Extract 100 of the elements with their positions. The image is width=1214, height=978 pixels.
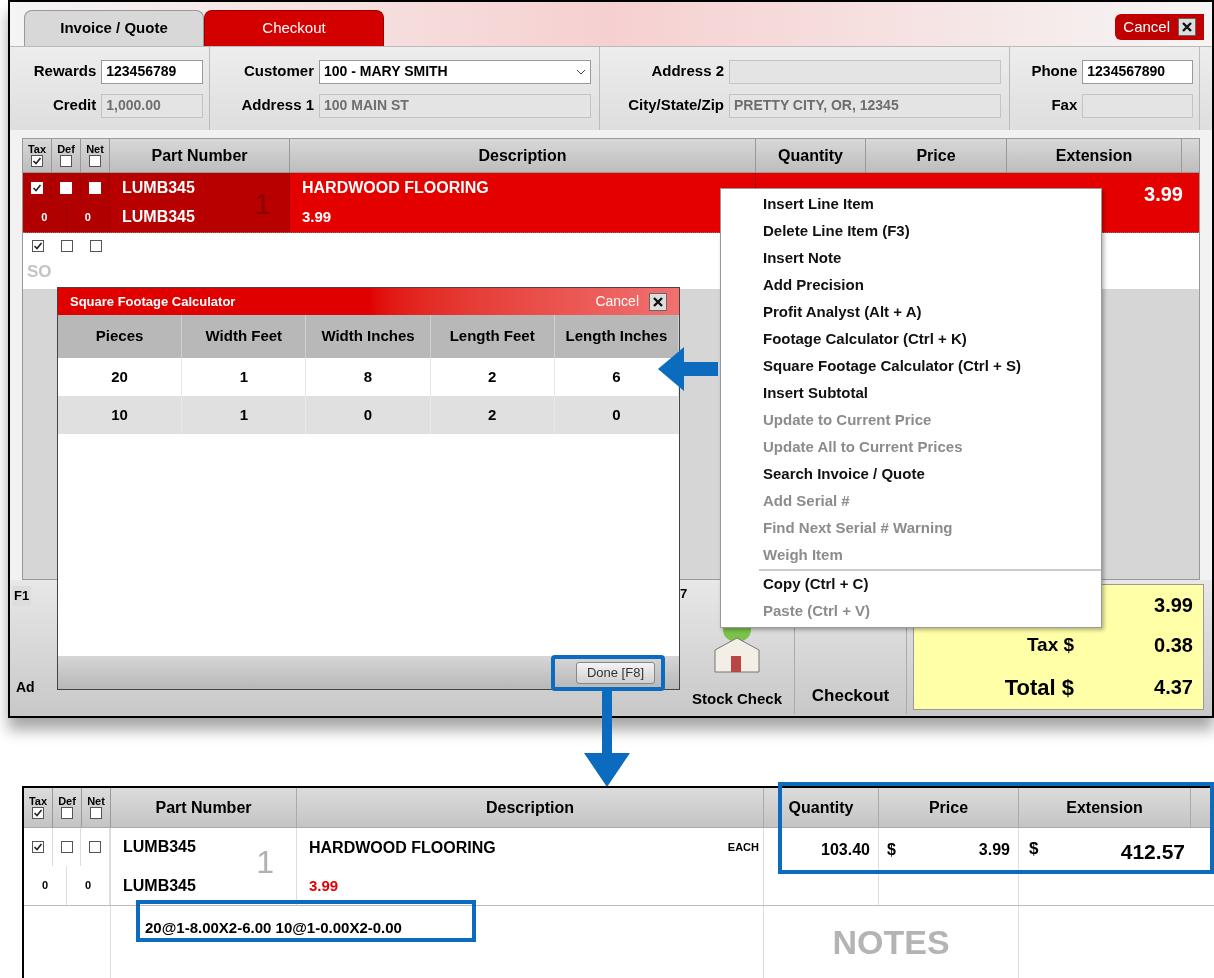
checkbox[interactable] (31, 840, 44, 853)
chevron-down-icon (576, 68, 586, 75)
table-cell-text: 10 (111, 404, 128, 425)
total-value: 3.99 (1154, 593, 1193, 619)
table-cell-text: 20 (111, 366, 128, 387)
tab[interactable]: Invoice / Quote (24, 10, 204, 46)
table-cell-text: 6 (612, 366, 621, 387)
table-cell-text: 8 (363, 366, 373, 387)
column-header: Part Number (151, 145, 248, 166)
cancel-button[interactable]: Cancel (1115, 14, 1204, 40)
note-text: SO (27, 261, 52, 283)
total-label: Total $ (1003, 673, 1076, 702)
table-cell-text: 1 (239, 366, 248, 387)
price-value: 3.99 (978, 840, 1010, 860)
extension-value: 3.99 (1144, 182, 1183, 207)
checkbox[interactable] (90, 807, 102, 819)
left-arrow (658, 345, 718, 393)
column-label: Def (57, 144, 75, 155)
column-header: Quantity (788, 797, 854, 818)
description-text: HARDWOOD FLOORING (302, 178, 490, 199)
part-number: LUMB345 (123, 875, 197, 896)
count-value: 0 (84, 210, 91, 225)
column-header: Quantity (778, 145, 843, 166)
column-header: Price (928, 797, 969, 818)
column-header: Width Inches (321, 326, 415, 347)
column-header: Description (486, 797, 574, 818)
close-icon (1178, 18, 1196, 36)
customer-dropdown[interactable]: 100 - MARY SMITH (319, 59, 591, 84)
total-value: 4.37 (1154, 675, 1193, 701)
count-value: 0 (41, 878, 49, 893)
close-icon (649, 292, 667, 311)
extension-value: 412.57 (1120, 839, 1185, 865)
field-label: Credit (51, 95, 97, 116)
checkbox[interactable] (32, 807, 44, 819)
checkbox[interactable] (31, 155, 43, 167)
total-label: Tax $ (1025, 633, 1076, 658)
menu-item[interactable]: Search Invoice / Quote (721, 461, 1101, 488)
field-label: Address 1 (240, 95, 314, 116)
checkbox[interactable] (89, 155, 101, 167)
part-number: LUMB345 (122, 177, 196, 198)
currency-symbol: $ (1029, 838, 1039, 860)
column-header: Length Inches (565, 326, 668, 347)
dialog-title: Square Footage Calculator (70, 292, 236, 311)
field-label: Customer (243, 61, 314, 82)
key-label: F1 (12, 586, 32, 606)
price-text: 3.99 (302, 207, 333, 228)
column-label: Tax (28, 796, 48, 807)
checkbox[interactable] (60, 155, 72, 167)
column-label: Net (86, 144, 104, 155)
checkbox[interactable] (31, 240, 44, 252)
note-text: 20@1-8.00X2-6.00 10@1-0.00X2-0.00 (145, 919, 402, 936)
column-header: Extension (1055, 145, 1133, 166)
table-cell-text: 0 (612, 404, 621, 425)
currency-symbol: $ (887, 840, 896, 860)
checkbox[interactable] (89, 840, 102, 853)
count-value: 0 (41, 210, 48, 225)
table-cell-text: 0 (363, 404, 373, 425)
input-field[interactable]: 123456789 (101, 59, 203, 84)
menu-item[interactable]: Profit Analyst (Alt + A) (721, 299, 1101, 326)
checkbox[interactable] (89, 240, 102, 252)
unit-text: EACH (727, 840, 759, 856)
column-header: Price (916, 145, 956, 166)
column-header: Width Feet (205, 326, 283, 347)
table-cell-text: 1 (239, 404, 248, 425)
menu-item[interactable]: Insert Line Item (721, 191, 1101, 218)
table-cell-text: 2 (488, 366, 497, 387)
table-cell-text: 2 (488, 404, 497, 425)
checkbox[interactable] (60, 840, 73, 853)
tab[interactable]: Checkout (204, 10, 384, 46)
total-value: 0.38 (1154, 633, 1193, 659)
column-label: Def (58, 796, 76, 807)
price-text: 3.99 (309, 875, 340, 896)
done-button[interactable]: Done [F8] (575, 661, 655, 684)
column-label: Net (87, 796, 105, 807)
quantity-value: 103.40 (821, 840, 870, 860)
field-label: Fax (1050, 95, 1078, 116)
description-text: HARDWOOD FLOORING (309, 837, 496, 858)
field-label: Address 2 (650, 61, 724, 82)
checkbox[interactable] (61, 807, 73, 819)
field-label: Phone (1030, 61, 1078, 82)
line-number: 1 (256, 843, 274, 882)
part-number: LUMB345 (123, 837, 197, 858)
input-field[interactable]: 1234567890 (1082, 59, 1193, 84)
column-header: Length Feet (449, 326, 535, 347)
column-header: Description (478, 145, 567, 166)
notes-label: NOTES (832, 921, 950, 963)
column-header: Pieces (95, 326, 144, 347)
field-label: Rewards (32, 61, 97, 82)
checkbox[interactable] (60, 240, 73, 252)
column-label: Tax (27, 144, 47, 155)
column-header: Part Number (155, 797, 252, 818)
part-number: LUMB345 (122, 207, 196, 228)
menu-item[interactable]: Footage Calculator (Ctrl + K) (721, 326, 1101, 353)
count-value: 0 (84, 878, 92, 893)
column-header: Extension (1066, 797, 1143, 818)
toolbar-label: Ad (15, 678, 36, 697)
menu-item[interactable]: Insert Subtotal (721, 380, 1101, 407)
menu-item[interactable]: Square Footage Calculator (Ctrl + S) (721, 353, 1101, 380)
field-label: City/State/Zip (627, 95, 724, 116)
menu-item[interactable]: Insert Note (721, 245, 1101, 272)
